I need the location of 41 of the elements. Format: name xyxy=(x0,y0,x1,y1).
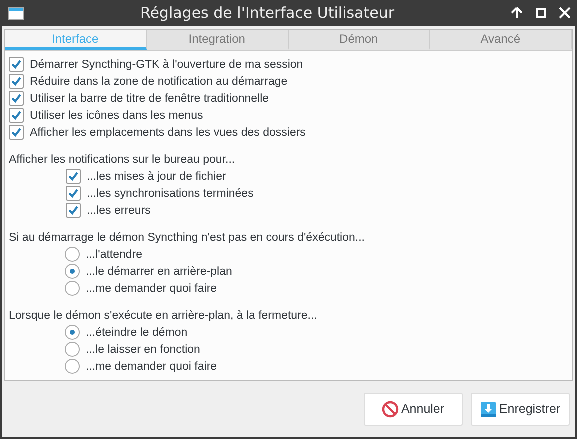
option-label: ...le laisser en fonction xyxy=(86,344,200,356)
option-label: ...l'attendre xyxy=(86,248,143,260)
checkbox[interactable] xyxy=(9,74,24,89)
option-label: Utiliser les icônes dans les menus xyxy=(30,110,204,122)
radio-button[interactable] xyxy=(65,264,80,279)
option-label: Afficher les emplacements dans les vues des dossiers xyxy=(30,126,306,138)
save-button[interactable]: Enregistrer xyxy=(471,392,570,426)
option-label: ...me demander quoi faire xyxy=(86,282,218,294)
checkbox[interactable] xyxy=(9,125,24,140)
option-label: ...me demander quoi faire xyxy=(86,360,218,372)
option-label: Réduire dans la zone de notification au démarrage xyxy=(30,76,288,88)
arrow-up-icon[interactable] xyxy=(511,7,523,19)
download-icon xyxy=(480,400,498,418)
maximize-icon[interactable] xyxy=(535,7,547,19)
radio-button[interactable] xyxy=(65,342,80,357)
section-heading: Lorsque le démon s'exécute en arrière-plan, à la fermeture... xyxy=(9,308,318,324)
section-heading: Afficher les notifications sur le bureau pour... xyxy=(9,152,236,168)
radio-button[interactable] xyxy=(65,359,80,374)
checkbox[interactable] xyxy=(66,169,81,184)
option-label: ...les synchronisations terminées xyxy=(87,188,254,200)
section-heading: Si au démarrage le démon Syncthing n'est pas en cours d'éxécution... xyxy=(9,230,366,246)
cancel-button[interactable]: Annuler xyxy=(364,392,463,426)
option-label: ...les erreurs xyxy=(87,204,151,216)
radio-button[interactable] xyxy=(65,325,80,340)
option-label: ...éteindre le démon xyxy=(86,326,188,338)
checkbox[interactable] xyxy=(9,108,24,123)
checkbox[interactable] xyxy=(66,203,81,218)
tab[interactable]: Interface xyxy=(5,30,147,50)
window-title: Réglages de l'Interface Utilisateur xyxy=(139,4,396,22)
option-label: ...les mises à jour de fichier xyxy=(87,170,226,182)
radio-button[interactable] xyxy=(65,247,80,262)
checkbox[interactable] xyxy=(66,186,81,201)
close-icon[interactable] xyxy=(559,7,571,19)
checkbox[interactable] xyxy=(9,91,24,106)
radio-button[interactable] xyxy=(65,281,80,296)
checkbox[interactable] xyxy=(9,57,24,72)
window-icon xyxy=(8,6,24,20)
option-label: ...le démarrer en arrière-plan xyxy=(86,266,232,278)
option-label: Utiliser la barre de titre de fenêtre traditionnelle xyxy=(30,92,270,104)
option-label: Démarrer Syncthing-GTK à l'ouverture de ma session xyxy=(30,58,304,70)
prohibited-icon xyxy=(382,400,400,418)
